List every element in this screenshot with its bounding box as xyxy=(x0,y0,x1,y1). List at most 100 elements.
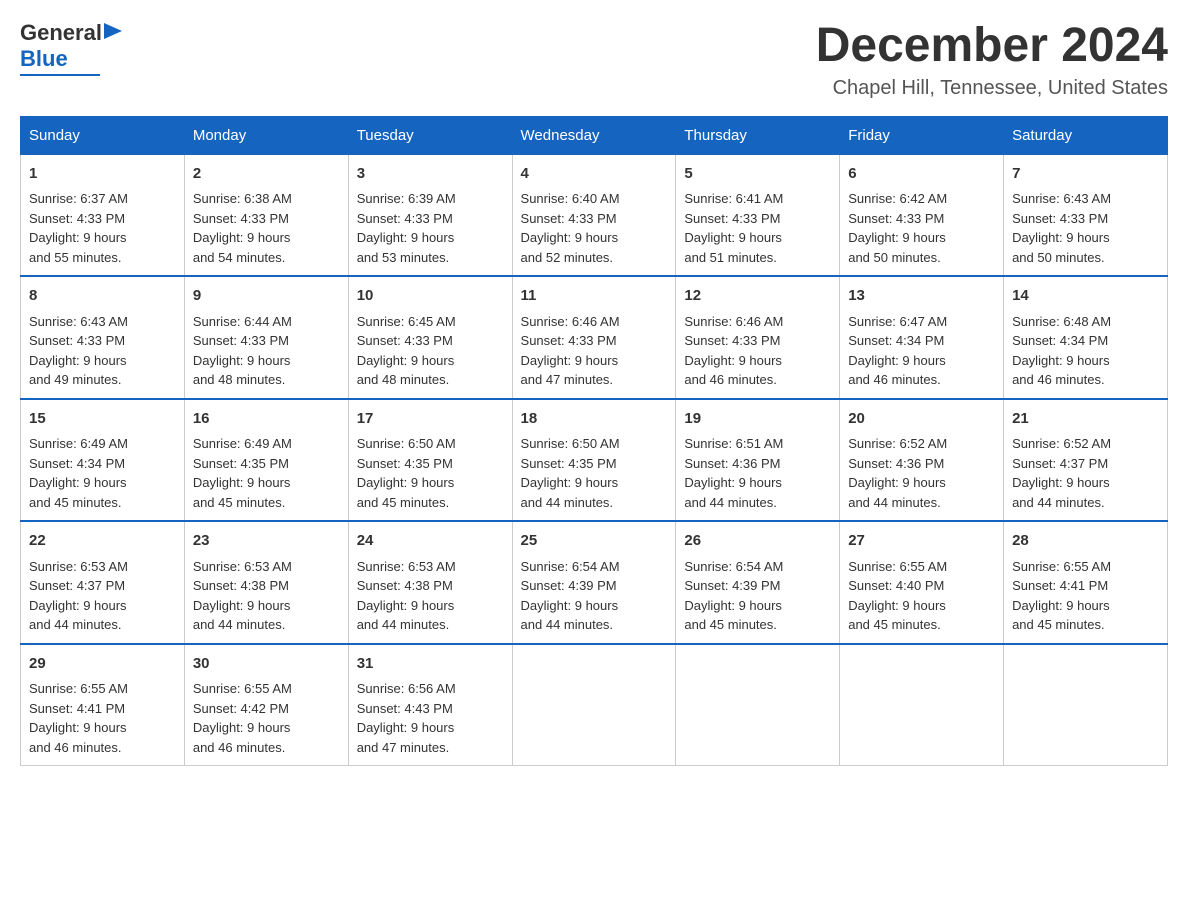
day-info: Sunrise: 6:55 AMSunset: 4:40 PMDaylight:… xyxy=(848,557,995,635)
day-info: Sunrise: 6:46 AMSunset: 4:33 PMDaylight:… xyxy=(521,312,668,390)
calendar-week-row: 22Sunrise: 6:53 AMSunset: 4:37 PMDayligh… xyxy=(21,521,1168,644)
day-number: 14 xyxy=(1012,285,1159,308)
weekday-header-row: SundayMondayTuesdayWednesdayThursdayFrid… xyxy=(21,116,1168,154)
day-info: Sunrise: 6:52 AMSunset: 4:37 PMDaylight:… xyxy=(1012,434,1159,512)
calendar-cell: 20 Sunrise: 6:52 AMSunset: 4:36 PMDayligh… xyxy=(840,399,1004,522)
day-info: Sunrise: 6:43 AMSunset: 4:33 PMDaylight:… xyxy=(29,312,176,390)
day-info: Sunrise: 6:53 AMSunset: 4:38 PMDaylight:… xyxy=(193,557,340,635)
day-number: 15 xyxy=(29,408,176,431)
day-number: 28 xyxy=(1012,530,1159,553)
day-info: Sunrise: 6:50 AMSunset: 4:35 PMDaylight:… xyxy=(521,434,668,512)
calendar-cell xyxy=(1004,644,1168,766)
day-number: 27 xyxy=(848,530,995,553)
weekday-header-monday: Monday xyxy=(184,116,348,154)
day-info: Sunrise: 6:49 AMSunset: 4:35 PMDaylight:… xyxy=(193,434,340,512)
day-info: Sunrise: 6:54 AMSunset: 4:39 PMDaylight:… xyxy=(521,557,668,635)
day-number: 10 xyxy=(357,285,504,308)
day-info: Sunrise: 6:52 AMSunset: 4:36 PMDaylight:… xyxy=(848,434,995,512)
day-info: Sunrise: 6:53 AMSunset: 4:38 PMDaylight:… xyxy=(357,557,504,635)
day-info: Sunrise: 6:42 AMSunset: 4:33 PMDaylight:… xyxy=(848,189,995,267)
logo-arrow-icon xyxy=(104,21,122,41)
day-number: 23 xyxy=(193,530,340,553)
calendar-cell: 17Sunrise: 6:50 AMSunset: 4:35 PMDayligh… xyxy=(348,399,512,522)
day-info: Sunrise: 6:39 AMSunset: 4:33 PMDaylight:… xyxy=(357,189,504,267)
calendar-cell: 9Sunrise: 6:44 AMSunset: 4:33 PMDaylight… xyxy=(184,276,348,399)
day-number: 16 xyxy=(193,408,340,431)
calendar-table: SundayMondayTuesdayWednesdayThursdayFrid… xyxy=(20,116,1168,767)
day-number: 13 xyxy=(848,285,995,308)
day-number: 8 xyxy=(29,285,176,308)
calendar-cell xyxy=(676,644,840,766)
day-number: 19 xyxy=(684,408,831,431)
day-number: 6 xyxy=(848,163,995,186)
calendar-cell: 22Sunrise: 6:53 AMSunset: 4:37 PMDayligh… xyxy=(21,521,185,644)
day-number: 2 xyxy=(193,163,340,186)
day-number: 29 xyxy=(29,653,176,676)
day-info: Sunrise: 6:38 AMSunset: 4:33 PMDaylight:… xyxy=(193,189,340,267)
calendar-cell: 3 Sunrise: 6:39 AMSunset: 4:33 PMDaylight… xyxy=(348,154,512,276)
calendar-cell: 29Sunrise: 6:55 AMSunset: 4:41 PMDayligh… xyxy=(21,644,185,766)
day-number: 31 xyxy=(357,653,504,676)
day-info: Sunrise: 6:47 AMSunset: 4:34 PMDaylight:… xyxy=(848,312,995,390)
calendar-cell: 19 Sunrise: 6:51 AMSunset: 4:36 PMDayligh… xyxy=(676,399,840,522)
logo: General Blue xyxy=(20,20,122,76)
day-info: Sunrise: 6:41 AMSunset: 4:33 PMDaylight:… xyxy=(684,189,831,267)
day-info: Sunrise: 6:55 AMSunset: 4:42 PMDaylight:… xyxy=(193,679,340,757)
day-number: 1 xyxy=(29,163,176,186)
weekday-header-thursday: Thursday xyxy=(676,116,840,154)
calendar-cell: 18 Sunrise: 6:50 AMSunset: 4:35 PMDayligh… xyxy=(512,399,676,522)
day-number: 30 xyxy=(193,653,340,676)
calendar-cell: 6 Sunrise: 6:42 AMSunset: 4:33 PMDaylight… xyxy=(840,154,1004,276)
logo-blue: Blue xyxy=(20,46,68,72)
logo-general: General xyxy=(20,20,102,46)
calendar-cell: 13 Sunrise: 6:47 AMSunset: 4:34 PMDayligh… xyxy=(840,276,1004,399)
day-number: 20 xyxy=(848,408,995,431)
location-title: Chapel Hill, Tennessee, United States xyxy=(816,77,1168,100)
day-number: 11 xyxy=(521,285,668,308)
logo-underline xyxy=(20,74,100,76)
calendar-cell: 28 Sunrise: 6:55 AMSunset: 4:41 PMDayligh… xyxy=(1004,521,1168,644)
calendar-cell xyxy=(840,644,1004,766)
day-info: Sunrise: 6:56 AMSunset: 4:43 PMDaylight:… xyxy=(357,679,504,757)
day-info: Sunrise: 6:51 AMSunset: 4:36 PMDaylight:… xyxy=(684,434,831,512)
calendar-cell: 11 Sunrise: 6:46 AMSunset: 4:33 PMDayligh… xyxy=(512,276,676,399)
day-info: Sunrise: 6:49 AMSunset: 4:34 PMDaylight:… xyxy=(29,434,176,512)
day-number: 21 xyxy=(1012,408,1159,431)
calendar-cell: 1Sunrise: 6:37 AMSunset: 4:33 PMDaylight… xyxy=(21,154,185,276)
day-number: 3 xyxy=(357,163,504,186)
calendar-cell: 2 Sunrise: 6:38 AMSunset: 4:33 PMDaylight… xyxy=(184,154,348,276)
day-info: Sunrise: 6:40 AMSunset: 4:33 PMDaylight:… xyxy=(521,189,668,267)
day-number: 26 xyxy=(684,530,831,553)
weekday-header-friday: Friday xyxy=(840,116,1004,154)
day-info: Sunrise: 6:54 AMSunset: 4:39 PMDaylight:… xyxy=(684,557,831,635)
day-number: 24 xyxy=(357,530,504,553)
day-number: 5 xyxy=(684,163,831,186)
calendar-cell: 5 Sunrise: 6:41 AMSunset: 4:33 PMDaylight… xyxy=(676,154,840,276)
calendar-week-row: 1Sunrise: 6:37 AMSunset: 4:33 PMDaylight… xyxy=(21,154,1168,276)
weekday-header-tuesday: Tuesday xyxy=(348,116,512,154)
day-number: 17 xyxy=(357,408,504,431)
day-number: 12 xyxy=(684,285,831,308)
calendar-cell: 25Sunrise: 6:54 AMSunset: 4:39 PMDayligh… xyxy=(512,521,676,644)
calendar-week-row: 29Sunrise: 6:55 AMSunset: 4:41 PMDayligh… xyxy=(21,644,1168,766)
weekday-header-sunday: Sunday xyxy=(21,116,185,154)
title-area: December 2024 Chapel Hill, Tennessee, Un… xyxy=(816,20,1168,100)
month-title: December 2024 xyxy=(816,20,1168,73)
day-info: Sunrise: 6:55 AMSunset: 4:41 PMDaylight:… xyxy=(1012,557,1159,635)
day-info: Sunrise: 6:48 AMSunset: 4:34 PMDaylight:… xyxy=(1012,312,1159,390)
day-number: 7 xyxy=(1012,163,1159,186)
calendar-cell: 26 Sunrise: 6:54 AMSunset: 4:39 PMDayligh… xyxy=(676,521,840,644)
day-number: 18 xyxy=(521,408,668,431)
calendar-cell: 10Sunrise: 6:45 AMSunset: 4:33 PMDayligh… xyxy=(348,276,512,399)
day-info: Sunrise: 6:46 AMSunset: 4:33 PMDaylight:… xyxy=(684,312,831,390)
calendar-cell: 24 Sunrise: 6:53 AMSunset: 4:38 PMDayligh… xyxy=(348,521,512,644)
calendar-cell: 12 Sunrise: 6:46 AMSunset: 4:33 PMDayligh… xyxy=(676,276,840,399)
day-info: Sunrise: 6:43 AMSunset: 4:33 PMDaylight:… xyxy=(1012,189,1159,267)
day-number: 4 xyxy=(521,163,668,186)
weekday-header-saturday: Saturday xyxy=(1004,116,1168,154)
calendar-cell: 27 Sunrise: 6:55 AMSunset: 4:40 PMDayligh… xyxy=(840,521,1004,644)
calendar-cell: 14 Sunrise: 6:48 AMSunset: 4:34 PMDayligh… xyxy=(1004,276,1168,399)
calendar-cell: 15 Sunrise: 6:49 AMSunset: 4:34 PMDayligh… xyxy=(21,399,185,522)
calendar-cell: 8 Sunrise: 6:43 AMSunset: 4:33 PMDaylight… xyxy=(21,276,185,399)
calendar-cell: 21 Sunrise: 6:52 AMSunset: 4:37 PMDayligh… xyxy=(1004,399,1168,522)
